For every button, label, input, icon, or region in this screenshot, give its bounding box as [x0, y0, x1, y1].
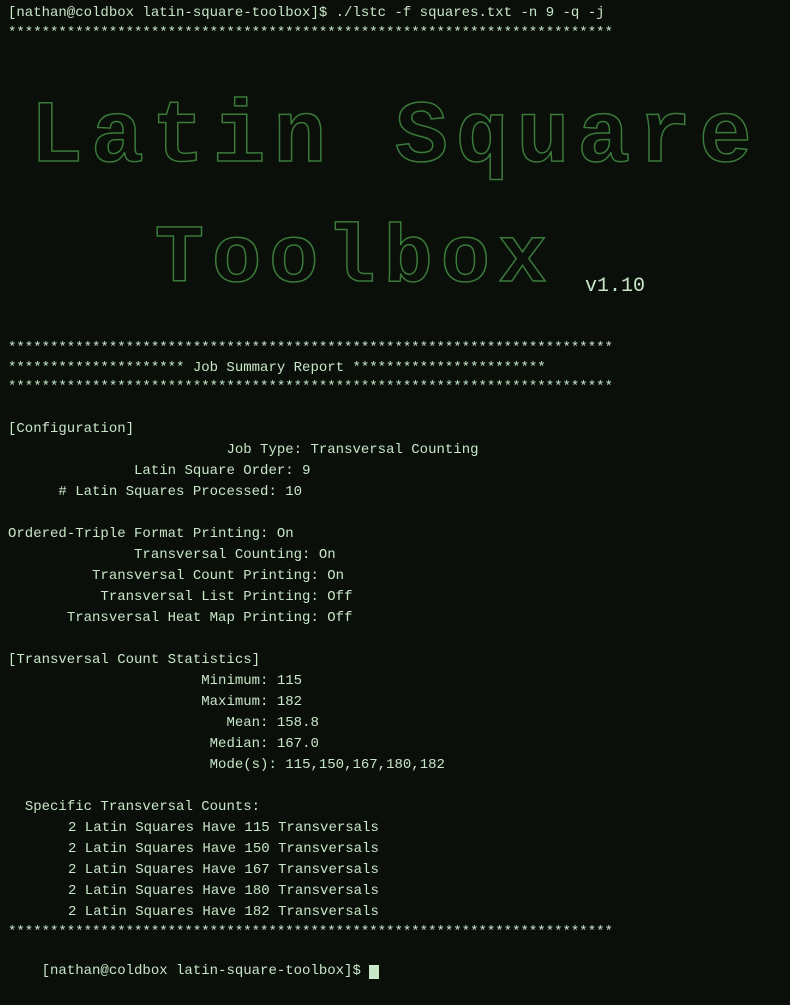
cp-row: Transversal Count Printing: On [8, 568, 344, 584]
lp-label: Transversal List Printing: [100, 589, 318, 605]
modes-row: Mode(s): 115,150,167,180,182 [8, 757, 445, 773]
lp-value: Off [327, 589, 352, 605]
tc-label: Transversal Counting: [134, 547, 310, 563]
list-item: 2 Latin Squares Have 180 Transversals [68, 881, 782, 902]
report-section: [Configuration] Job Type: Transversal Co… [8, 398, 782, 818]
stars-top-1: ****************************************… [8, 24, 782, 44]
tc-row: Transversal Counting: On [8, 547, 336, 563]
job-type-value: Transversal Counting [310, 442, 478, 458]
stars-mid-2: ********************* Job Summary Report… [8, 359, 782, 379]
bottom-prompt[interactable]: [nathan@coldbox latin-square-toolbox]$ [8, 943, 782, 1002]
order-value: 9 [302, 463, 310, 479]
median-label: Median: [210, 736, 269, 752]
hm-row: Transversal Heat Map Printing: Off [8, 610, 352, 626]
logo-line1: Latin Square [30, 89, 760, 188]
stars-mid-3: ****************************************… [8, 378, 782, 398]
hm-label: Transversal Heat Map Printing: [67, 610, 319, 626]
job-type-row: Job Type: Transversal Counting [8, 442, 479, 458]
tc-value: On [319, 547, 336, 563]
job-type-label: Job Type: [226, 442, 302, 458]
cp-value: On [327, 568, 344, 584]
terminal-window: [nathan@coldbox latin-square-toolbox]$ .… [0, 0, 790, 1005]
logo-container: Latin Square Toolbox v1.10 [8, 51, 782, 331]
logo-svg: Latin Square Toolbox v1.10 [15, 51, 775, 331]
version-text: v1.10 [585, 275, 645, 298]
config-header: [Configuration] [8, 421, 134, 437]
top-command: [nathan@coldbox latin-square-toolbox]$ .… [8, 4, 782, 24]
cp-label: Transversal Count Printing: [92, 568, 319, 584]
median-row: Median: 167.0 [8, 736, 319, 752]
processed-value: 10 [285, 484, 302, 500]
count-rows: 2 Latin Squares Have 115 Transversals2 L… [8, 818, 782, 923]
order-label: Latin Square Order: [134, 463, 294, 479]
processed-row: # Latin Squares Processed: 10 [8, 484, 302, 500]
min-row: Minimum: 115 [8, 673, 302, 689]
median-value: 167.0 [277, 736, 319, 752]
specific-header: Specific Transversal Counts: [25, 799, 260, 815]
order-row: Latin Square Order: 9 [8, 463, 310, 479]
stars-mid-1: ****************************************… [8, 339, 782, 359]
processed-label: # Latin Squares Processed: [58, 484, 276, 500]
mean-label: Mean: [226, 715, 268, 731]
modes-label: Mode(s): [210, 757, 277, 773]
max-row: Maximum: 182 [8, 694, 302, 710]
bottom-prompt-text: [nathan@coldbox latin-square-toolbox]$ [42, 963, 370, 979]
modes-value: 115,150,167,180,182 [285, 757, 445, 773]
logo-line2: Toolbox [155, 213, 555, 306]
cursor [369, 965, 379, 979]
min-value: 115 [277, 673, 302, 689]
format-label: Ordered-Triple Format Printing: [8, 526, 268, 542]
stars-bot-1: ****************************************… [8, 923, 782, 943]
stats-header: [Transversal Count Statistics] [8, 652, 260, 668]
format-row: Ordered-Triple Format Printing: On [8, 526, 294, 542]
lp-row: Transversal List Printing: Off [8, 589, 352, 605]
hm-value: Off [327, 610, 352, 626]
max-label: Maximum: [201, 694, 268, 710]
list-item: 2 Latin Squares Have 167 Transversals [68, 860, 782, 881]
format-value: On [277, 526, 294, 542]
list-item: 2 Latin Squares Have 150 Transversals [68, 839, 782, 860]
list-item: 2 Latin Squares Have 115 Transversals [68, 818, 782, 839]
max-value: 182 [277, 694, 302, 710]
mean-row: Mean: 158.8 [8, 715, 319, 731]
min-label: Minimum: [201, 673, 268, 689]
mean-value: 158.8 [277, 715, 319, 731]
